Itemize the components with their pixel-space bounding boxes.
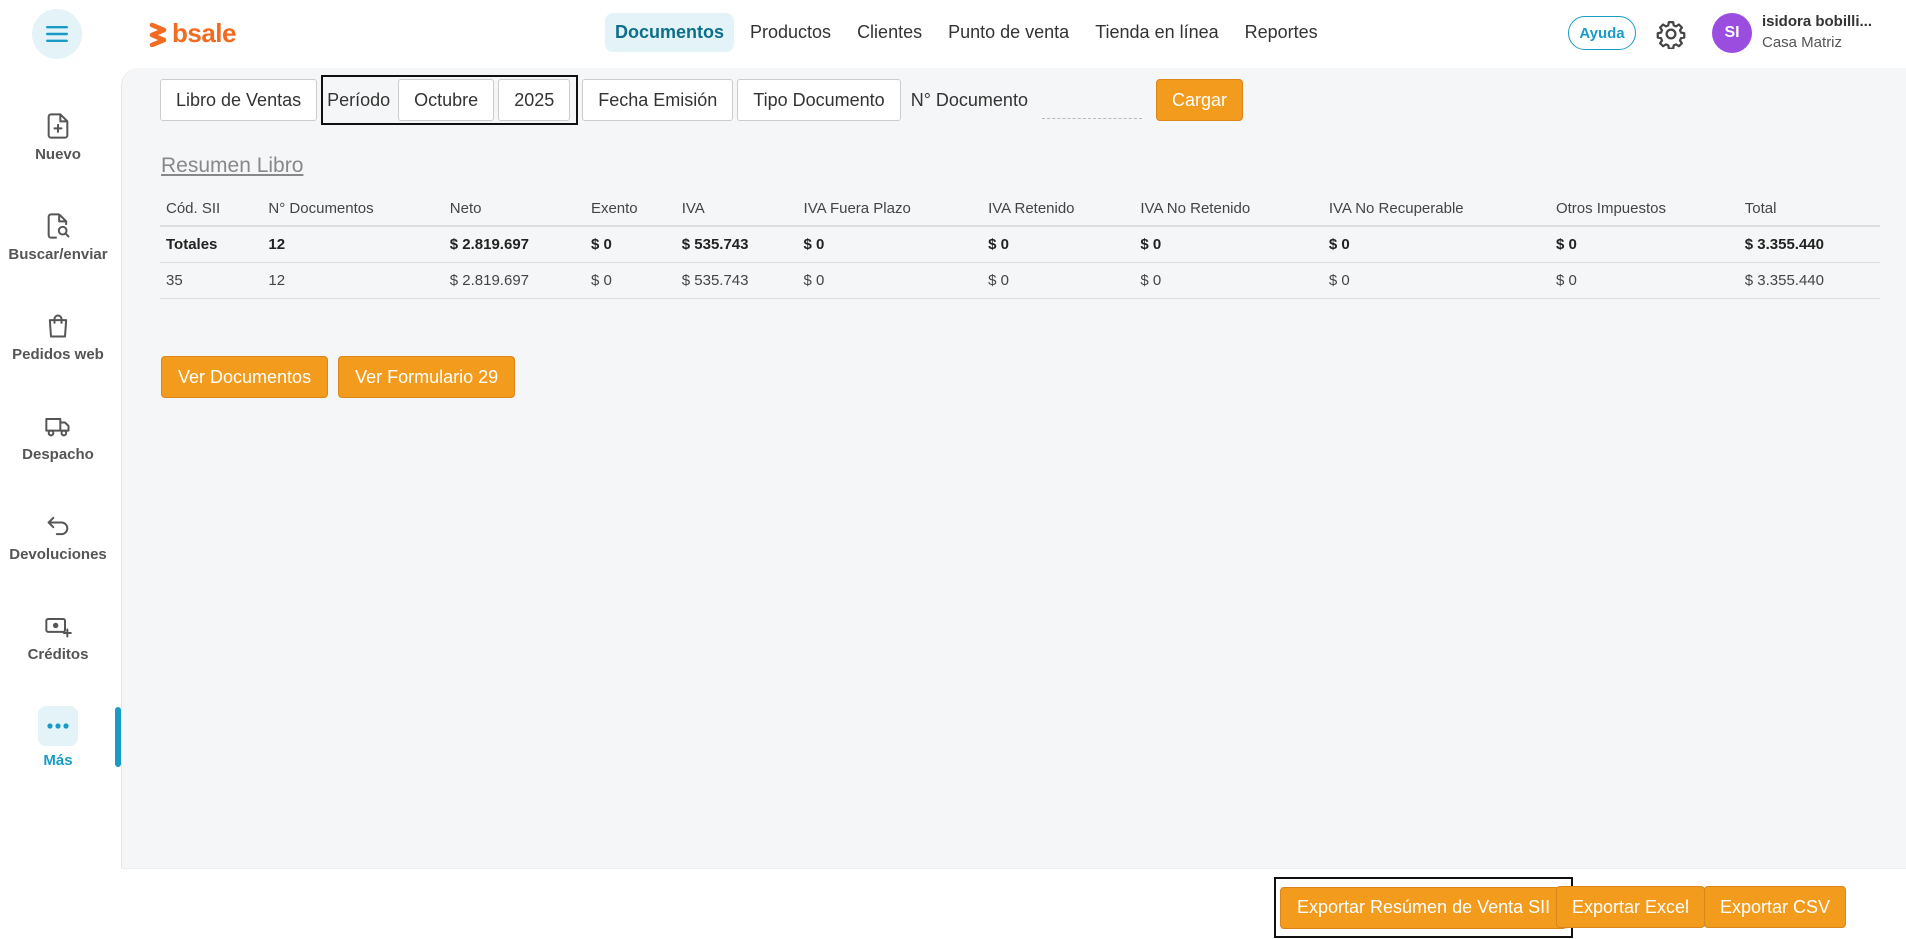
user-name[interactable]: isidora bobilli... <box>1762 13 1872 30</box>
doc-number-label: N° Documento <box>910 89 1028 110</box>
sidebar-item-creditos[interactable]: Créditos <box>0 612 116 663</box>
col-header: Exento <box>584 188 676 227</box>
nav-punto-de-venta[interactable]: Punto de venta <box>938 13 1079 52</box>
sidebar-item-devoluciones[interactable]: Devoluciones <box>0 512 116 563</box>
tipo-documento-select[interactable]: Tipo Documento <box>737 79 901 121</box>
sidebar-item-despacho[interactable]: Despacho <box>0 412 116 463</box>
libro-select[interactable]: Libro de Ventas <box>160 79 318 121</box>
ver-documentos-button[interactable]: Ver Documentos <box>161 356 329 398</box>
col-header: N° Documentos <box>262 188 444 227</box>
table-cell: $ 535.743 <box>675 226 798 263</box>
col-header: Neto <box>443 188 585 227</box>
table-cell: 12 <box>262 262 444 299</box>
table-cell: $ 0 <box>982 226 1135 263</box>
resumen-table: Cód. SII N° Documentos Neto Exento IVA I… <box>160 188 1880 299</box>
table-row-totales: Totales 12 $ 2.819.697 $ 0 $ 535.743 $ 0… <box>160 226 1880 263</box>
table-cell: $ 3.355.440 <box>1738 262 1880 299</box>
sidebar-item-label: Despacho <box>22 446 94 463</box>
user-branch: Casa Matriz <box>1762 34 1843 51</box>
main-content: Libro de Ventas Período Octubre 2025 Fec… <box>121 68 1906 868</box>
nav-documentos[interactable]: Documentos <box>605 13 735 52</box>
table-cell: $ 0 <box>1549 226 1739 263</box>
table-cell: $ 535.743 <box>675 262 798 299</box>
table-cell: $ 0 <box>1322 226 1550 263</box>
hamburger-menu-button[interactable] <box>32 9 82 59</box>
cargar-button[interactable]: Cargar <box>1155 79 1243 121</box>
top-bar: bsale Documentos Productos Clientes Punt… <box>0 0 1906 68</box>
fecha-emision-select[interactable]: Fecha Emisión <box>582 79 734 121</box>
col-header: Cód. SII <box>160 188 263 227</box>
table-cell: $ 0 <box>584 226 676 263</box>
sidebar-item-label: Nuevo <box>35 146 81 163</box>
help-button[interactable]: Ayuda <box>1568 16 1636 50</box>
logo-text: bsale <box>172 18 237 48</box>
nav-productos[interactable]: Productos <box>740 13 841 52</box>
sidebar: Nuevo Buscar/enviar Pedidos web Despacho… <box>0 68 118 939</box>
table-cell: $ 0 <box>797 226 983 263</box>
sidebar-item-label: Buscar/enviar <box>8 246 108 263</box>
export-resumen-sii-button[interactable]: Exportar Resúmen de Venta SII <box>1280 886 1568 929</box>
export-csv-button[interactable]: Exportar CSV <box>1704 886 1847 928</box>
main-nav: Documentos Productos Clientes Punto de v… <box>605 13 1328 52</box>
table-row: 35 12 $ 2.819.697 $ 0 $ 535.743 $ 0 $ 0 … <box>160 262 1880 299</box>
month-select[interactable]: Octubre <box>398 79 495 121</box>
col-header: IVA <box>675 188 798 227</box>
sidebar-item-nuevo[interactable]: Nuevo <box>0 112 116 163</box>
table-header-row: Cód. SII N° Documentos Neto Exento IVA I… <box>160 188 1880 227</box>
table-cell: $ 0 <box>1134 262 1323 299</box>
table-cell: $ 0 <box>584 262 676 299</box>
table-cell: $ 0 <box>797 262 983 299</box>
resumen-title[interactable]: Resumen Libro <box>161 154 303 178</box>
table-cell: 12 <box>262 226 444 263</box>
table-cell: $ 0 <box>982 262 1135 299</box>
nav-clientes[interactable]: Clientes <box>847 13 932 52</box>
table-cell: $ 0 <box>1322 262 1550 299</box>
hamburger-icon <box>46 26 68 42</box>
bsale-logo-icon <box>149 22 167 47</box>
sidebar-item-label: Pedidos web <box>12 346 104 363</box>
table-cell: Totales <box>160 226 263 263</box>
bsale-logo[interactable]: bsale <box>148 18 237 49</box>
sidebar-item-pedidos-web[interactable]: Pedidos web <box>0 312 116 363</box>
more-dots-icon <box>38 706 78 746</box>
gear-icon[interactable] <box>1656 19 1686 49</box>
table-cell: $ 2.819.697 <box>443 226 585 263</box>
export-excel-button[interactable]: Exportar Excel <box>1556 886 1706 928</box>
sidebar-item-label: Más <box>43 752 73 769</box>
col-header: IVA Fuera Plazo <box>797 188 983 227</box>
year-select[interactable]: 2025 <box>498 79 571 121</box>
filter-bar: Libro de Ventas Período Octubre 2025 Fec… <box>160 75 1243 125</box>
sidebar-item-label: Devoluciones <box>9 546 107 563</box>
truck-icon <box>45 418 70 437</box>
table-cell: $ 0 <box>1134 226 1323 263</box>
file-plus-icon <box>47 113 69 139</box>
sidebar-item-label: Créditos <box>27 646 89 663</box>
sidebar-item-buscar-enviar[interactable]: Buscar/enviar <box>0 212 116 263</box>
return-arrow-icon <box>47 516 69 536</box>
col-header: IVA No Recuperable <box>1322 188 1550 227</box>
periodo-label: Período <box>327 89 391 110</box>
col-header: IVA Retenido <box>982 188 1135 227</box>
document-actions: Ver Documentos Ver Formulario 29 <box>161 356 516 398</box>
table-cell: $ 2.819.697 <box>443 262 585 299</box>
periodo-group: Período Octubre 2025 <box>321 75 579 125</box>
nav-reportes[interactable]: Reportes <box>1235 13 1328 52</box>
col-header: Otros Impuestos <box>1549 188 1739 227</box>
table-cell: $ 3.355.440 <box>1738 226 1880 263</box>
table-cell: $ 0 <box>1549 262 1739 299</box>
table-cell: 35 <box>160 262 263 299</box>
col-header: IVA No Retenido <box>1134 188 1323 227</box>
col-header: Total <box>1738 188 1880 227</box>
cash-plus-icon <box>45 618 72 638</box>
avatar[interactable]: SI <box>1712 13 1752 53</box>
file-search-icon <box>47 213 70 239</box>
doc-number-input[interactable] <box>1041 89 1142 119</box>
shopping-bag-icon <box>48 314 68 338</box>
export-resumen-highlight: Exportar Resúmen de Venta SII <box>1274 877 1574 938</box>
ver-formulario-29-button[interactable]: Ver Formulario 29 <box>338 356 516 398</box>
nav-tienda-en-linea[interactable]: Tienda en línea <box>1085 13 1228 52</box>
sidebar-item-mas[interactable]: Más <box>0 706 116 769</box>
